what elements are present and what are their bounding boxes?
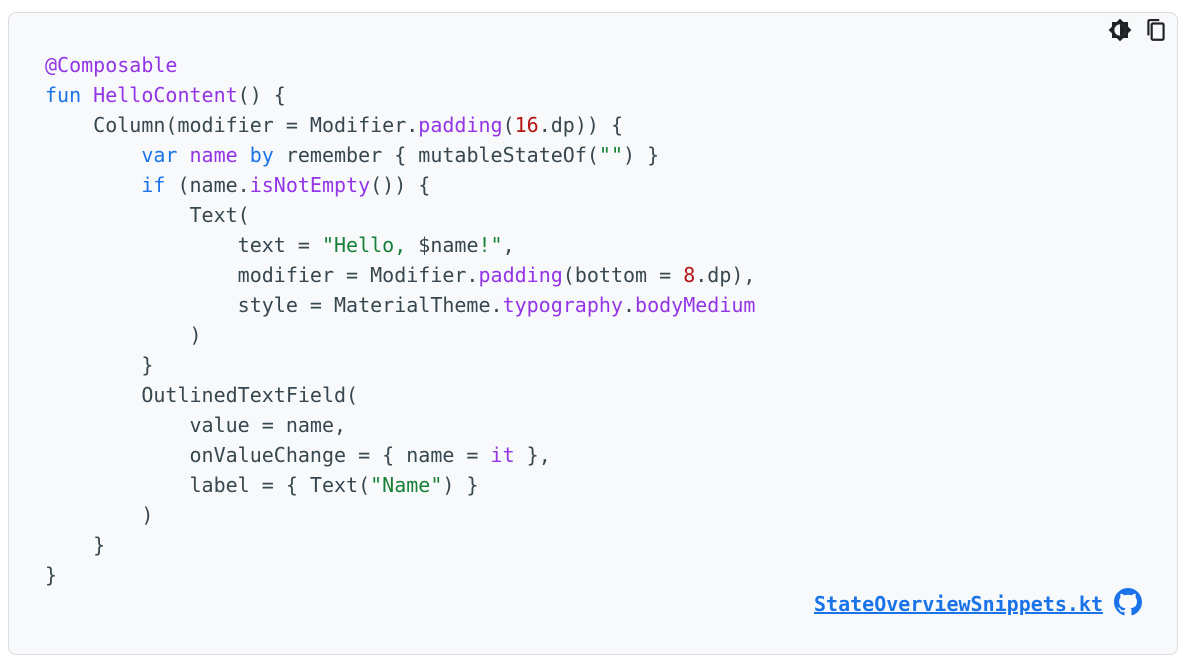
code-line: if (name.isNotEmpty()) { (45, 170, 755, 200)
code-token: OutlinedTextField( (45, 383, 359, 407)
code-line: ) (45, 320, 755, 350)
brightness-icon (1107, 17, 1133, 48)
code-token: style = MaterialTheme. (45, 293, 503, 317)
code-token: . (622, 293, 636, 317)
code-line: fun HelloContent() { (45, 80, 755, 110)
code-token: fun (45, 83, 82, 107)
code-toolbar (1105, 17, 1171, 47)
code-token: !" (478, 233, 503, 257)
code-line: label = { Text("Name") } (45, 470, 755, 500)
code-token: .dp)) { (538, 113, 624, 137)
theme-toggle-button[interactable] (1105, 17, 1135, 47)
code-line: } (45, 350, 755, 380)
copy-button[interactable] (1141, 17, 1171, 47)
code-token: () { (237, 83, 286, 107)
code-token: "Name" (370, 473, 443, 497)
code-token: ()) { (370, 173, 431, 197)
code-token: $ (418, 233, 431, 257)
code-token: by (249, 143, 274, 167)
source-file-link[interactable]: StateOverviewSnippets.kt (814, 592, 1103, 616)
code-block: @Composable fun HelloContent() { Column(m… (45, 50, 755, 590)
code-token: }, (514, 443, 551, 467)
code-token: padding (478, 263, 563, 287)
code-token: onValueChange = { name = (45, 443, 491, 467)
code-line: modifier = Modifier.padding(bottom = 8.d… (45, 260, 756, 290)
code-token: 16 (514, 113, 539, 137)
code-token: if (141, 173, 166, 197)
code-token: ) (45, 503, 154, 527)
code-line: OutlinedTextField( (45, 380, 755, 410)
code-line: } (45, 560, 755, 590)
code-token: it (490, 443, 515, 467)
code-token: value = name, (45, 413, 347, 437)
code-token: HelloContent (93, 83, 238, 107)
code-token: name (189, 143, 238, 167)
code-token: typography (502, 293, 623, 317)
code-token: , (502, 233, 515, 257)
code-line: ) (45, 500, 755, 530)
code-token: } (45, 353, 154, 377)
code-token: .dp), (695, 263, 756, 287)
copy-icon (1143, 17, 1169, 48)
code-line: } (45, 530, 755, 560)
code-token: "Hello, (321, 233, 419, 257)
code-token: text = (45, 233, 322, 257)
code-token: @Composable (45, 53, 178, 77)
source-footer: StateOverviewSnippets.kt (814, 587, 1143, 621)
code-token: Text( (45, 203, 250, 227)
code-line: value = name, (45, 410, 755, 440)
code-line: var name by remember { mutableStateOf(""… (45, 140, 755, 170)
code-token: ( (502, 113, 515, 137)
github-button[interactable] (1113, 587, 1143, 621)
code-token: "" (598, 143, 624, 167)
code-token: isNotEmpty (249, 173, 371, 197)
code-line: @Composable (45, 50, 755, 80)
github-icon (1114, 587, 1142, 621)
code-token: ) } (442, 473, 479, 497)
code-line: Text( (45, 200, 755, 230)
code-line: Column(modifier = Modifier.padding(16.dp… (45, 110, 755, 140)
code-token: ) (45, 323, 202, 347)
code-token: remember { mutableStateOf( (273, 143, 599, 167)
code-snippet-card: @Composable fun HelloContent() { Column(m… (8, 12, 1178, 655)
code-token: modifier = Modifier. (45, 263, 479, 287)
code-token: (bottom = (562, 263, 684, 287)
code-token: ) } (623, 143, 660, 167)
code-token: name (430, 233, 479, 257)
code-token: var (141, 143, 178, 167)
code-line: style = MaterialTheme.typography.bodyMed… (45, 290, 756, 320)
code-token: } (45, 533, 106, 557)
code-token: label = { Text( (45, 473, 371, 497)
code-token: bodyMedium (635, 293, 756, 317)
code-line: text = "Hello, $name!", (45, 230, 755, 260)
code-token: padding (418, 113, 503, 137)
code-token: Column(modifier = Modifier. (45, 113, 419, 137)
code-token: 8 (683, 263, 696, 287)
code-token: } (45, 563, 58, 587)
code-line: onValueChange = { name = it }, (45, 440, 755, 470)
code-token: (name. (165, 173, 250, 197)
